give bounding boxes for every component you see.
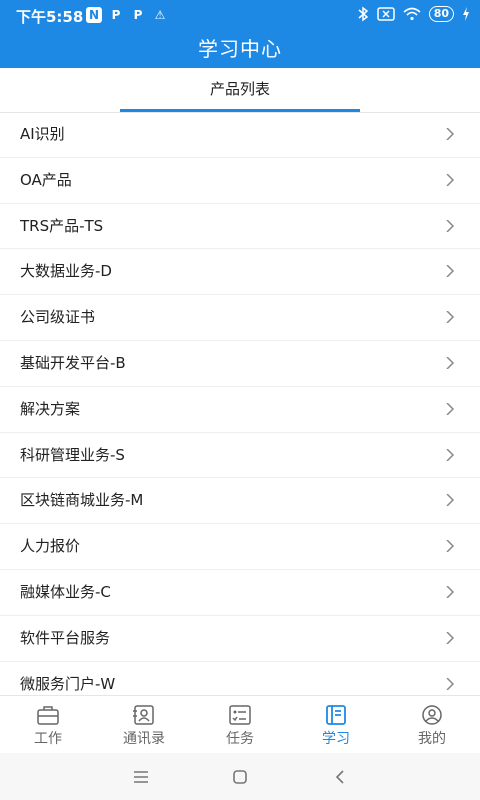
chevron-right-icon	[446, 402, 455, 415]
notification-p-icon: P	[111, 8, 121, 22]
profile-icon	[422, 705, 442, 725]
tab-bar: 产品列表	[0, 68, 480, 113]
list-item-label: 公司级证书	[20, 308, 96, 327]
list-item-label: 基础开发平台-B	[20, 353, 126, 372]
page-title: 学习中心	[198, 37, 282, 61]
nav-item-label: 任务	[226, 731, 254, 747]
list-item-label: TRS产品-TS	[20, 216, 104, 235]
nav-item-label: 通讯录	[123, 731, 165, 747]
list-item[interactable]: AI识别	[0, 112, 480, 158]
list-item-label: 人力报价	[20, 537, 81, 556]
list-item-label: 科研管理业务-S	[20, 445, 125, 464]
nav-item-0[interactable]: 工作	[0, 696, 96, 754]
status-time: 下午5:58	[16, 8, 84, 26]
list-item-label: 融媒体业务-C	[20, 582, 111, 601]
status-left-icons: N P P ⚠	[86, 7, 168, 23]
list-item-label: OA产品	[20, 170, 72, 189]
warning-icon: ⚠	[154, 8, 166, 22]
chevron-right-icon	[446, 173, 455, 186]
chevron-right-icon	[446, 356, 455, 369]
briefcase-icon	[37, 706, 59, 725]
list-item[interactable]: 公司级证书	[0, 295, 480, 341]
checklist-icon	[229, 705, 251, 725]
bluetooth-icon	[358, 6, 368, 22]
list-item-label: 区块链商城业务-M	[20, 491, 144, 510]
list-item-label: 大数据业务-D	[20, 262, 112, 281]
tab-product-list[interactable]: 产品列表	[120, 68, 360, 112]
list-item[interactable]: 解决方案	[0, 387, 480, 433]
chevron-right-icon	[446, 448, 455, 461]
system-navigation-bar	[0, 753, 480, 800]
list-item[interactable]: 区块链商城业务-M	[0, 478, 480, 525]
app-header: 学习中心	[0, 30, 480, 68]
charging-icon	[463, 7, 469, 21]
list-item[interactable]: 科研管理业务-S	[0, 433, 480, 479]
list-item[interactable]: 基础开发平台-B	[0, 341, 480, 387]
chevron-right-icon	[446, 677, 455, 690]
nav-item-4[interactable]: 我的	[384, 696, 480, 754]
chevron-right-icon	[446, 494, 455, 507]
chevron-right-icon	[446, 265, 455, 278]
list-item[interactable]: 人力报价	[0, 524, 480, 570]
chevron-right-icon	[446, 540, 455, 553]
nav-item-label: 工作	[34, 731, 62, 747]
product-list: AI识别 OA产品 TRS产品-TS 大数据业务-D 公司级证书基础开发平台-B 解决方案…	[0, 112, 480, 708]
sim-off-icon	[376, 7, 395, 21]
list-item[interactable]: OA产品	[0, 158, 480, 204]
list-item[interactable]: TRS产品-TS	[0, 204, 480, 250]
battery-level: 80	[428, 6, 454, 22]
list-item-label: 软件平台服务	[20, 628, 111, 647]
chevron-right-icon	[446, 311, 455, 324]
nav-item-1[interactable]: 通讯录	[96, 696, 192, 754]
bottom-navigation: 工作 通讯录 任务 学习 我的	[0, 695, 480, 754]
chevron-right-icon	[446, 219, 455, 232]
tab-label: 产品列表	[209, 80, 270, 98]
book-icon	[326, 705, 346, 725]
nav-item-2[interactable]: 任务	[192, 696, 288, 754]
list-item[interactable]: 软件平台服务	[0, 616, 480, 662]
status-right-icons: 80	[357, 6, 470, 22]
chevron-right-icon	[446, 585, 455, 598]
nav-item-3[interactable]: 学习	[288, 696, 384, 754]
chevron-right-icon	[446, 128, 455, 140]
list-item[interactable]: 大数据业务-D	[0, 249, 480, 296]
list-item-label: 解决方案	[20, 399, 81, 418]
wifi-icon	[403, 7, 421, 21]
menu-icon[interactable]	[131, 767, 151, 787]
home-icon[interactable]	[230, 767, 250, 787]
list-item[interactable]: 融媒体业务-C	[0, 570, 480, 616]
contacts-icon	[133, 705, 154, 725]
nav-item-label: 我的	[418, 731, 446, 747]
chevron-right-icon	[446, 631, 455, 644]
notification-p-icon: P	[133, 8, 143, 22]
notification-n-icon: N	[86, 7, 102, 23]
back-icon[interactable]	[331, 767, 351, 787]
status-bar: 下午5:58 N P P ⚠ 80	[0, 0, 480, 30]
nav-item-label: 学习	[322, 731, 350, 747]
list-item-label: AI识别	[20, 125, 65, 143]
